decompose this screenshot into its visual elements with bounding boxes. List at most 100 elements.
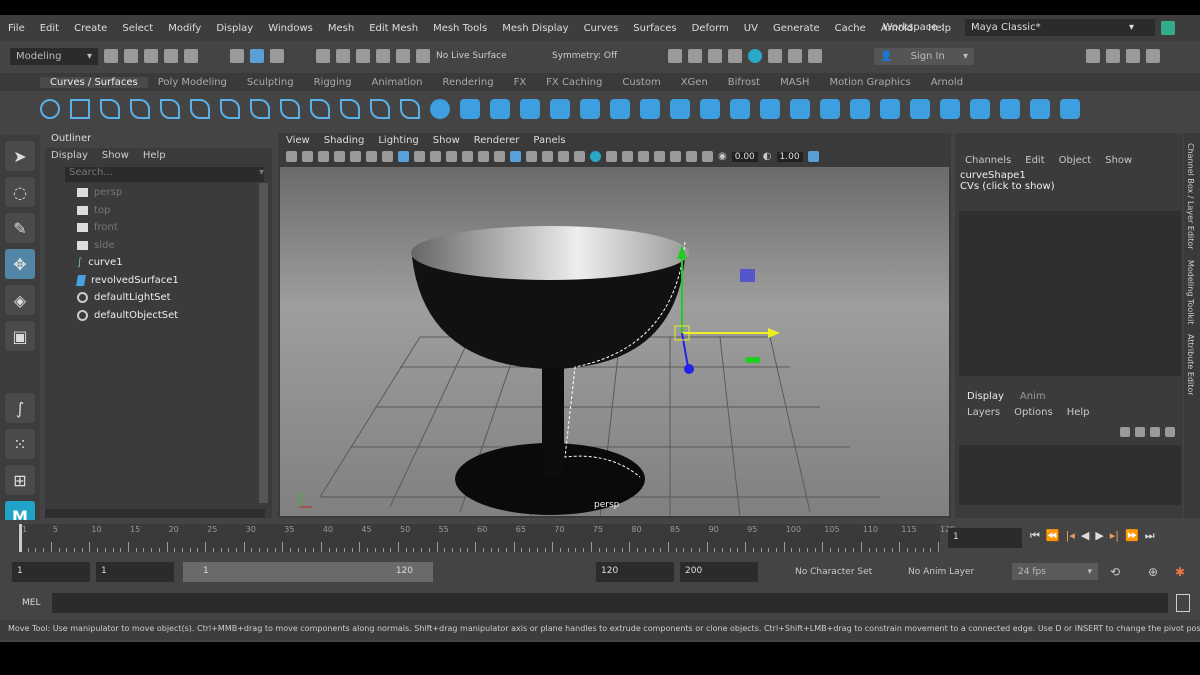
move-tool-icon[interactable]: ✥ (5, 249, 35, 279)
intersect-surfaces-icon[interactable] (940, 99, 960, 119)
snap-projected-icon[interactable] (376, 49, 390, 63)
render-setup-icon[interactable] (768, 49, 782, 63)
anim-start-field[interactable]: 1 (96, 562, 174, 582)
select-object-icon[interactable] (250, 49, 264, 63)
menu-file[interactable]: File (8, 23, 25, 34)
menu-cb-show[interactable]: Show (1105, 155, 1132, 166)
script-editor-icon[interactable] (1176, 594, 1190, 612)
snap-view-icon[interactable] (396, 49, 410, 63)
pause-icon[interactable] (808, 49, 822, 63)
tab-attribute-editor[interactable]: Attribute Editor (1186, 334, 1195, 396)
ep-curve-icon[interactable] (130, 99, 150, 119)
menu-curves[interactable]: Curves (584, 23, 619, 34)
step-back-frame-icon[interactable]: |◂ (1066, 529, 1075, 543)
menu-deform[interactable]: Deform (692, 23, 729, 34)
single-pane-icon[interactable]: ⁙ (5, 429, 35, 459)
extrude-icon[interactable] (700, 99, 720, 119)
bookmark-icon[interactable] (318, 151, 329, 162)
four-pane-icon[interactable]: ⊞ (5, 465, 35, 495)
outliner-item[interactable]: side (45, 237, 272, 255)
snap-point-icon[interactable] (356, 49, 370, 63)
anim-end-field[interactable]: 200 (680, 562, 758, 582)
new-layer-selected-icon[interactable] (1165, 427, 1175, 437)
tab-bifrost[interactable]: Bifrost (718, 77, 770, 88)
symmetry[interactable]: Symmetry: Off (552, 51, 662, 61)
camera-attributes-icon[interactable] (302, 151, 313, 162)
curve-attach-icon[interactable] (280, 99, 300, 119)
menu-layers[interactable]: Layers (967, 407, 1000, 418)
render-view-icon[interactable] (668, 49, 682, 63)
gamma-field[interactable]: 1.00 (776, 151, 803, 162)
nurbs-square-icon[interactable] (70, 99, 90, 119)
birail-icon[interactable] (730, 99, 750, 119)
nurbs-plane-icon[interactable] (550, 99, 570, 119)
chevron-down-icon[interactable]: ▾ (259, 167, 264, 182)
viewport-menu-panels[interactable]: Panels (533, 135, 565, 146)
anim-layer-select[interactable]: No Anim Layer (908, 567, 974, 577)
loft-icon[interactable] (640, 99, 660, 119)
menu-surfaces[interactable]: Surfaces (633, 23, 676, 34)
tab-rendering[interactable]: Rendering (432, 77, 503, 88)
outliner-menu-display[interactable]: Display (51, 150, 88, 161)
anti-alias-icon[interactable] (622, 151, 633, 162)
paint-select-icon[interactable]: ✎ (5, 213, 35, 243)
planar-icon[interactable] (670, 99, 690, 119)
menu-options[interactable]: Options (1014, 407, 1053, 418)
menu-cb-edit[interactable]: Edit (1025, 155, 1044, 166)
outliner-item[interactable]: defaultObjectSet (45, 307, 272, 325)
menu-mesh-display[interactable]: Mesh Display (502, 23, 568, 34)
rebuild-surface-icon[interactable] (1030, 99, 1050, 119)
last-tool-icon[interactable]: ∫ (5, 393, 35, 423)
tab-curves-surfaces[interactable]: Curves / Surfaces (40, 76, 148, 88)
isolate-select-icon[interactable] (654, 151, 665, 162)
fps-select[interactable]: 24 fps ▾ (1012, 563, 1098, 580)
viewport-menu-show[interactable]: Show (433, 135, 460, 146)
menu-channels[interactable]: Channels (965, 155, 1011, 166)
rotate-tool-icon[interactable]: ◈ (5, 285, 35, 315)
nurbs-torus-icon[interactable] (580, 99, 600, 119)
menu-display[interactable]: Display (216, 23, 253, 34)
tab-sculpting[interactable]: Sculpting (237, 77, 304, 88)
select-camera-icon[interactable] (286, 151, 297, 162)
menu-uv[interactable]: UV (744, 23, 758, 34)
motion-blur-icon[interactable] (606, 151, 617, 162)
grid-icon[interactable] (382, 151, 393, 162)
undo-icon[interactable] (164, 49, 178, 63)
image-plane-icon[interactable] (334, 151, 345, 162)
select-tool-icon[interactable]: ➤ (5, 141, 35, 171)
sculpt-surface-icon[interactable] (1060, 99, 1080, 119)
two-d-pan-icon[interactable] (366, 151, 377, 162)
trim-icon[interactable] (880, 99, 900, 119)
arc-icon[interactable] (190, 99, 210, 119)
play-backwards-icon[interactable]: ◀ (1081, 529, 1089, 543)
project-curve-icon[interactable] (850, 99, 870, 119)
outliner-horizontal-scrollbar[interactable] (45, 509, 265, 518)
smooth-shade-icon[interactable] (510, 151, 521, 162)
film-gate-icon[interactable] (398, 151, 409, 162)
step-forward-frame-icon[interactable]: ▸| (1110, 529, 1119, 543)
tab-motion-graphics[interactable]: Motion Graphics (819, 77, 920, 88)
outliner-item[interactable]: front (45, 219, 272, 237)
outliner-item[interactable]: revolvedSurface1 (45, 272, 272, 290)
tab-layer-anim[interactable]: Anim (1020, 391, 1046, 402)
tab-animation[interactable]: Animation (362, 77, 433, 88)
nurbs-cylinder-icon[interactable] (490, 99, 510, 119)
menu-select[interactable]: Select (122, 23, 153, 34)
boundary-icon[interactable] (760, 99, 780, 119)
go-to-end-icon[interactable]: ⏭ (1145, 529, 1155, 543)
lasso-tool-icon[interactable]: ◌ (5, 177, 35, 207)
gate-mask-icon[interactable] (430, 151, 441, 162)
xray-joints-icon[interactable] (686, 151, 697, 162)
menu-windows[interactable]: Windows (268, 23, 313, 34)
grease-pencil-icon[interactable] (350, 151, 361, 162)
safe-action-icon[interactable] (462, 151, 473, 162)
live-surface[interactable]: No Live Surface (436, 51, 546, 61)
xray-components-icon[interactable] (702, 151, 713, 162)
tab-poly-modeling[interactable]: Poly Modeling (148, 77, 237, 88)
3d-viewport[interactable]: persp (280, 167, 949, 518)
xray-icon[interactable] (670, 151, 681, 162)
menu-generate[interactable]: Generate (773, 23, 820, 34)
cv-curve-icon[interactable] (100, 99, 120, 119)
redo-icon[interactable] (184, 49, 198, 63)
tab-custom[interactable]: Custom (612, 77, 670, 88)
